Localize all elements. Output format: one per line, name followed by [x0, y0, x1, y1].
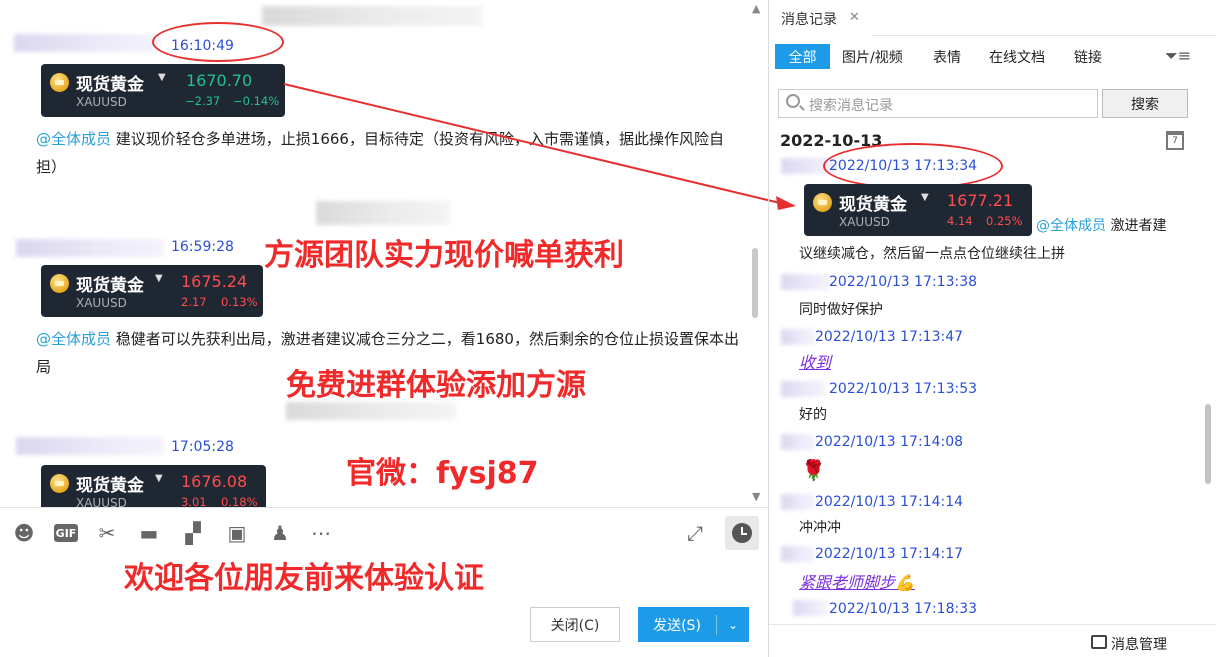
gif-icon[interactable]: GIF	[54, 524, 78, 542]
history-time: 2022/10/13 17:13:47	[815, 329, 964, 345]
promo-text-4: 欢迎各位朋友前来体验认证	[124, 561, 484, 596]
filter-links[interactable]: 链接	[1074, 44, 1102, 69]
blurred-username	[781, 494, 815, 510]
message-history-panel: 消息记录 ✕ 全部 图片/视频 表情 在线文档 链接 ⏷≡ 搜索消息记录 搜索 …	[769, 0, 1216, 657]
mention-all[interactable]: @全体成员	[1036, 218, 1106, 234]
filter-all[interactable]: 全部	[775, 44, 830, 69]
send-button[interactable]: 发送(S) ⌄	[638, 607, 749, 642]
more-icon[interactable]: ⋯	[308, 520, 334, 546]
history-scrollbar[interactable]	[1205, 404, 1211, 484]
filter-funnel-icon[interactable]: ⏷≡	[1165, 46, 1191, 66]
close-button[interactable]: 关闭(C)	[530, 607, 620, 642]
blurred-username	[781, 546, 815, 562]
search-button[interactable]: 搜索	[1102, 89, 1188, 118]
card-name: 现货黄金	[839, 195, 907, 215]
message-manage-button[interactable]: 消息管理	[1111, 634, 1167, 654]
filter-media[interactable]: 图片/视频	[842, 44, 903, 69]
history-search-input[interactable]: 搜索消息记录	[778, 89, 1098, 118]
bell-icon[interactable]: ♟	[267, 520, 293, 546]
gold-coin-icon	[813, 193, 832, 212]
image-icon[interactable]: ▣	[224, 520, 250, 546]
clock-icon	[732, 523, 752, 543]
filter-stickers[interactable]: 表情	[933, 44, 961, 69]
clipboard-icon[interactable]: ▞	[180, 520, 206, 546]
history-time: 2022/10/13 17:13:38	[829, 274, 978, 290]
history-time: 2022/10/13 17:14:17	[815, 546, 964, 562]
caret-down-icon: ▼	[921, 192, 929, 203]
history-message-text: 同时做好保护	[799, 302, 883, 318]
message-manage-icon[interactable]	[1091, 635, 1107, 649]
history-time: 2022/10/13 17:14:08	[815, 434, 964, 450]
expand-icon[interactable]: ⤢	[682, 520, 708, 546]
card-symbol: XAUUSD	[839, 215, 890, 229]
history-message-text: 好的	[799, 407, 827, 423]
scissors-icon[interactable]: ✂	[94, 520, 120, 546]
blurred-username	[793, 600, 827, 616]
folder-icon[interactable]: ▬	[136, 520, 162, 546]
search-icon	[786, 94, 800, 108]
blurred-username	[781, 434, 815, 450]
app-window: ▲ ▼ 16:10:49 现货黄金 ▼ XAUUSD 1670.70 −2.37…	[0, 0, 1216, 657]
send-options-chevron-icon[interactable]: ⌄	[717, 618, 749, 632]
card-price: 1677.21	[947, 191, 1014, 210]
gold-quote-card[interactable]: 现货黄金 ▼ XAUUSD 1677.21 4.14 0.25%	[804, 184, 1032, 236]
filter-docs[interactable]: 在线文档	[989, 44, 1045, 69]
history-message-text: 收到	[799, 353, 832, 372]
blurred-username	[781, 329, 815, 345]
calendar-icon[interactable]: 7	[1166, 131, 1184, 150]
emoji-icon[interactable]: ☻	[11, 520, 37, 546]
history-message-text: 紧跟老师脚步💪	[799, 573, 915, 592]
history-time: 2022/10/13 17:13:53	[829, 381, 978, 397]
history-time: 2022/10/13 17:14:14	[815, 494, 964, 510]
history-message-text: 议继续减仓，然后留一点点仓位继续往上拼	[799, 246, 1065, 262]
card-change: 4.14	[947, 214, 973, 228]
blurred-username	[781, 274, 831, 290]
input-toolbar: ☻ GIF ✂ ▬ ▞ ▣ ♟ ⋯ ⤢	[0, 514, 768, 552]
send-label: 发送(S)	[653, 617, 701, 634]
rose-emoji: 🌹	[801, 458, 826, 482]
input-divider	[0, 507, 768, 508]
history-clock-button[interactable]	[725, 516, 759, 550]
history-message-text: @全体成员 激进者建	[1036, 218, 1167, 234]
history-time: 2022/10/13 17:18:33	[829, 601, 978, 617]
card-percent: 0.25%	[986, 214, 1023, 228]
blurred-username	[781, 381, 825, 397]
close-icon[interactable]: ✕	[849, 10, 860, 25]
highlight-circle	[823, 143, 1003, 189]
history-message-text: 冲冲冲	[799, 520, 841, 536]
